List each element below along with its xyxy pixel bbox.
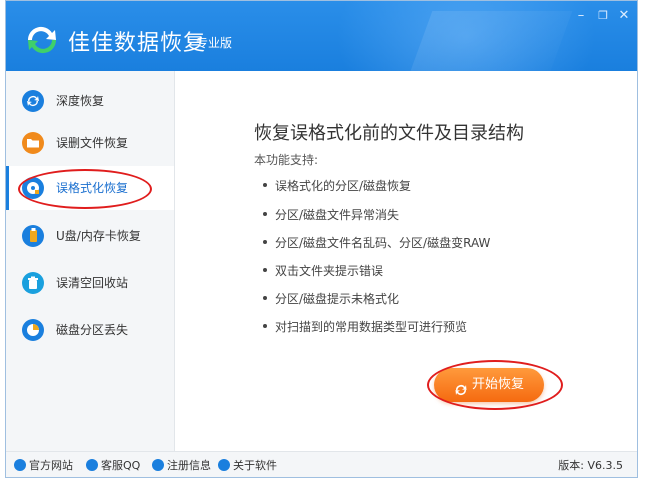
- close-button[interactable]: ✕: [615, 7, 633, 25]
- feature-item: 误格式化的分区/磁盘恢复: [263, 177, 411, 194]
- official-site-link[interactable]: 官方网站: [14, 452, 73, 477]
- disk-icon: [22, 177, 44, 199]
- sidebar-item-recycle-bin[interactable]: 误清空回收站: [6, 261, 174, 305]
- sidebar-item-format-recovery[interactable]: 误格式化恢复: [6, 166, 174, 210]
- minimize-button[interactable]: –: [572, 7, 590, 25]
- feature-item: 分区/磁盘文件异常消失: [263, 206, 399, 223]
- restore-button[interactable]: ❐: [594, 7, 612, 25]
- usb-icon: [22, 225, 44, 247]
- status-link-label: 关于软件: [233, 459, 277, 472]
- sidebar-item-deep-recovery[interactable]: 深度恢复: [6, 79, 174, 123]
- sidebar-item-label: 误删文件恢复: [56, 136, 129, 150]
- feature-item: 分区/磁盘文件名乱码、分区/磁盘变RAW: [263, 234, 490, 251]
- content-title: 恢复误格式化前的文件及目录结构: [254, 123, 524, 144]
- refresh-icon: [454, 377, 468, 395]
- feature-text: 双击文件夹提示错误: [275, 264, 384, 278]
- sidebar-item-partition-lost[interactable]: 磁盘分区丢失: [6, 308, 174, 352]
- sidebar-item-label: 误清空回收站: [56, 276, 129, 290]
- app-logo-icon: [24, 24, 60, 56]
- sidebar-item-usb-card[interactable]: U盘/内存卡恢复: [6, 214, 174, 258]
- app-title: 佳佳数据恢复: [68, 31, 207, 56]
- sidebar-item-label: 磁盘分区丢失: [56, 323, 129, 337]
- start-recovery-button[interactable]: 开始恢复: [434, 368, 544, 402]
- feature-item: 对扫描到的常用数据类型可进行预览: [263, 318, 467, 335]
- app-window: 佳佳数据恢复 专业版 – ❐ ✕ 深度恢复 误删文件恢复 误格式化恢复 U盘/内…: [5, 0, 638, 478]
- pie-chart-icon: [22, 319, 44, 341]
- about-software-link[interactable]: 关于软件: [218, 452, 277, 477]
- status-link-label: 客服QQ: [101, 459, 141, 472]
- home-icon: [14, 459, 26, 471]
- recycle-bin-icon: [22, 272, 44, 294]
- support-qq-link[interactable]: 客服QQ: [86, 452, 141, 477]
- folder-icon: [22, 132, 44, 154]
- status-bar: 官方网站 客服QQ 注册信息 关于软件 版本: V6.3.5: [6, 451, 637, 477]
- edition-label: 专业版: [196, 36, 233, 50]
- sidebar-item-label: U盘/内存卡恢复: [56, 229, 141, 243]
- feature-item: 分区/磁盘提示未格式化: [263, 290, 399, 307]
- sidebar-item-label: 误格式化恢复: [56, 181, 129, 195]
- feature-text: 分区/磁盘文件异常消失: [275, 208, 400, 222]
- feature-text: 分区/磁盘文件名乱码、分区/磁盘变RAW: [275, 236, 491, 250]
- registration-info-link[interactable]: 注册信息: [152, 452, 211, 477]
- bullet-icon: [263, 182, 267, 187]
- status-link-label: 官方网站: [29, 459, 73, 472]
- refresh-icon: [22, 90, 44, 112]
- bullet-icon: [263, 267, 267, 272]
- qq-icon: [86, 459, 98, 471]
- user-icon: [152, 459, 164, 471]
- start-recovery-label: 开始恢复: [471, 377, 524, 392]
- feature-text: 误格式化的分区/磁盘恢复: [275, 179, 412, 193]
- bullet-icon: [263, 211, 267, 216]
- main-content: 恢复误格式化前的文件及目录结构 本功能支持: 误格式化的分区/磁盘恢复 分区/磁…: [175, 71, 637, 451]
- info-icon: [218, 459, 230, 471]
- sidebar: 深度恢复 误删文件恢复 误格式化恢复 U盘/内存卡恢复 误清空回收站 磁盘分区丢…: [6, 71, 175, 451]
- sidebar-item-deleted-files[interactable]: 误删文件恢复: [6, 121, 174, 165]
- feature-item: 双击文件夹提示错误: [263, 262, 383, 279]
- title-bar[interactable]: 佳佳数据恢复 专业版 – ❐ ✕: [6, 1, 637, 71]
- bullet-icon: [263, 323, 267, 328]
- feature-text: 对扫描到的常用数据类型可进行预览: [275, 320, 468, 334]
- status-link-label: 注册信息: [167, 459, 211, 472]
- content-subtitle: 本功能支持:: [254, 153, 319, 167]
- bullet-icon: [263, 239, 267, 244]
- bullet-icon: [263, 295, 267, 300]
- version-label: 版本: V6.3.5: [558, 459, 623, 472]
- feature-text: 分区/磁盘提示未格式化: [275, 292, 400, 306]
- sidebar-item-label: 深度恢复: [56, 94, 105, 108]
